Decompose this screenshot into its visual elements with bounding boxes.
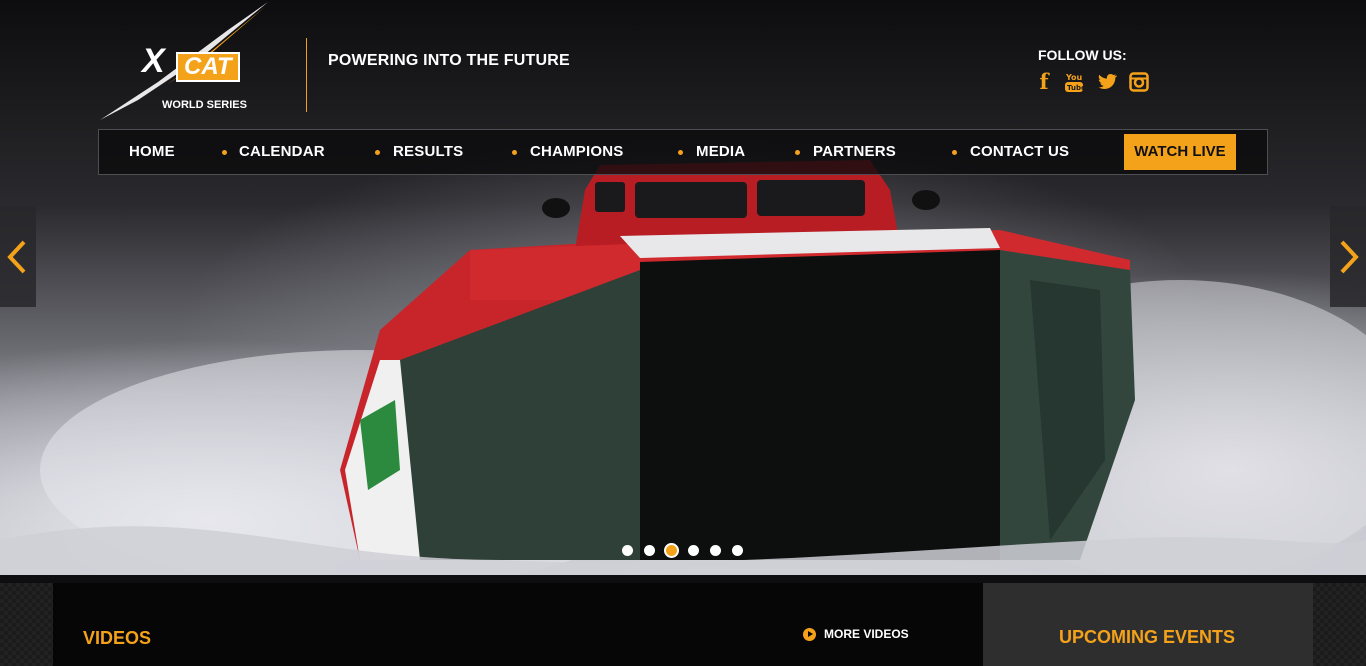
nav-separator bbox=[375, 150, 380, 155]
slider-dot[interactable] bbox=[622, 545, 633, 556]
play-icon bbox=[803, 627, 816, 641]
slider-dot-active[interactable] bbox=[664, 543, 679, 558]
nav-separator bbox=[678, 150, 683, 155]
watch-live-button[interactable]: WATCH LIVE bbox=[1124, 134, 1236, 170]
slider-dot[interactable] bbox=[732, 545, 743, 556]
slider-next-button[interactable] bbox=[1330, 206, 1366, 307]
nav-contact-us[interactable]: CONTACT US bbox=[970, 143, 1069, 160]
nav-separator bbox=[795, 150, 800, 155]
nav-separator bbox=[952, 150, 957, 155]
slider-prev-button[interactable] bbox=[0, 206, 36, 307]
logo-subtitle: WORLD SERIES bbox=[162, 99, 247, 111]
social-links: f You Tube bbox=[1036, 70, 1149, 94]
logo-x: X bbox=[142, 42, 165, 80]
videos-title: VIDEOS bbox=[83, 628, 152, 648]
upcoming-events-section: UPCOMING EVENTS bbox=[983, 583, 1313, 666]
logo-cat: CAT bbox=[176, 52, 240, 82]
nav-media[interactable]: MEDIA bbox=[696, 143, 745, 160]
more-videos-link[interactable]: MORE VIDEOS bbox=[803, 627, 909, 641]
nav-separator bbox=[512, 150, 517, 155]
svg-text:Tube: Tube bbox=[1067, 84, 1085, 92]
nav-champions[interactable]: CHAMPIONS bbox=[530, 143, 623, 160]
chevron-right-icon bbox=[1340, 240, 1359, 274]
main-nav: HOME CALENDAR RESULTS CHAMPIONS MEDIA PA… bbox=[98, 129, 1268, 175]
xcat-logo[interactable]: X CAT WORLD SERIES bbox=[98, 0, 288, 124]
more-videos-label: MORE VIDEOS bbox=[824, 627, 909, 641]
follow-us-label: FOLLOW US: bbox=[1038, 47, 1127, 63]
tagline: POWERING INTO THE FUTURE bbox=[328, 52, 570, 69]
instagram-icon[interactable] bbox=[1129, 72, 1149, 92]
header-divider bbox=[306, 38, 307, 112]
chevron-left-icon bbox=[7, 240, 26, 274]
slider-pagination bbox=[622, 543, 743, 558]
slider-dot[interactable] bbox=[644, 545, 655, 556]
nav-results[interactable]: RESULTS bbox=[393, 143, 463, 160]
svg-text:You: You bbox=[1065, 73, 1083, 82]
nav-home[interactable]: HOME bbox=[129, 143, 175, 160]
slider-dot[interactable] bbox=[688, 545, 699, 556]
nav-separator bbox=[222, 150, 227, 155]
facebook-icon[interactable]: f bbox=[1036, 70, 1052, 94]
slider-dot[interactable] bbox=[710, 545, 721, 556]
nav-partners[interactable]: PARTNERS bbox=[813, 143, 896, 160]
twitter-icon[interactable] bbox=[1096, 71, 1118, 93]
videos-section: VIDEOS MORE VIDEOS bbox=[53, 583, 983, 666]
youtube-icon[interactable]: You Tube bbox=[1063, 71, 1086, 93]
nav-calendar[interactable]: CALENDAR bbox=[239, 143, 325, 160]
upcoming-events-title: UPCOMING EVENTS bbox=[1059, 627, 1236, 647]
